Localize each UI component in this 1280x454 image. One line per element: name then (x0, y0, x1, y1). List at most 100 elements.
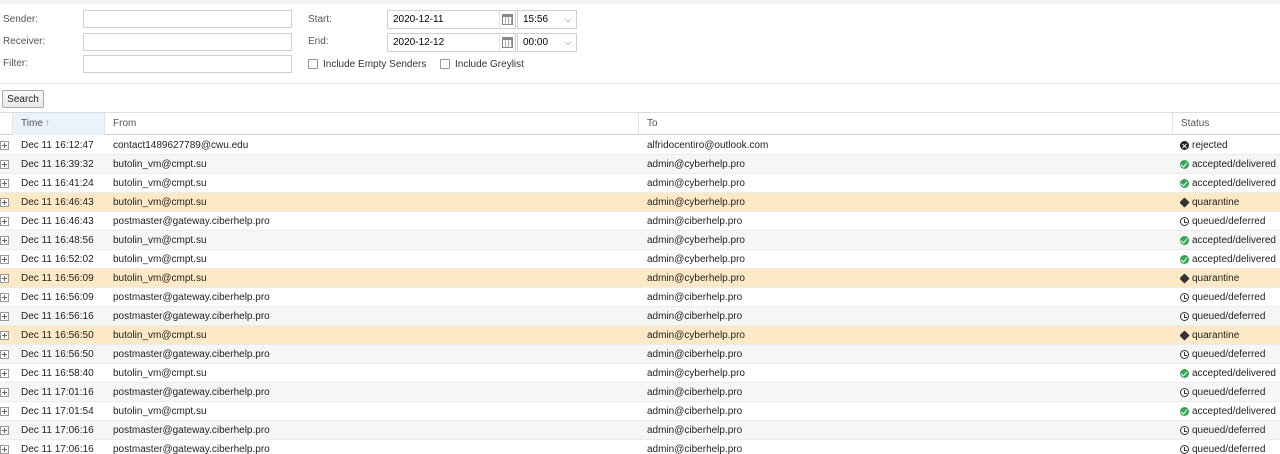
table-row[interactable]: Dec 11 16:46:43 butolin_vm@cmpt.su admin@c… (0, 193, 1280, 212)
search-button[interactable]: Search (2, 90, 44, 108)
cell-time: Dec 11 17:06:16 (21, 425, 94, 436)
status-text: queued/deferred (1192, 216, 1266, 227)
expand-row-icon[interactable] (0, 293, 9, 302)
clock-icon (1180, 217, 1189, 226)
table-row[interactable]: Dec 11 16:48:56 butolin_vm@cmpt.su admin@c… (0, 231, 1280, 250)
expand-row-icon[interactable] (0, 179, 9, 188)
cell-to: admin@cyberhelp.pro (647, 197, 745, 208)
table-row[interactable]: Dec 11 16:56:50 postmaster@gateway.ciberh… (0, 345, 1280, 364)
expand-row-icon[interactable] (0, 407, 9, 416)
cell-status: accepted/delivered (1180, 155, 1280, 174)
table-row[interactable]: Dec 11 16:56:09 postmaster@gateway.ciberh… (0, 288, 1280, 307)
cell-time: Dec 11 16:56:50 (21, 349, 94, 360)
start-time-value: 15:56 (523, 14, 549, 25)
column-header-from[interactable]: From (105, 113, 639, 135)
clock-icon (1180, 350, 1189, 359)
cell-status: accepted/delivered (1180, 231, 1280, 250)
cell-to: admin@ciberhelp.pro (647, 387, 743, 398)
expand-row-icon[interactable] (0, 255, 9, 264)
table-row[interactable]: Dec 11 17:06:16 postmaster@gateway.ciberh… (0, 421, 1280, 440)
cell-to: admin@cyberhelp.pro (647, 178, 745, 189)
include-greylist-checkbox[interactable]: Include Greylist (440, 57, 524, 71)
filter-label: Filter: (3, 58, 28, 69)
calendar-icon (502, 36, 513, 48)
cell-status: queued/deferred (1180, 288, 1280, 307)
expand-row-icon[interactable] (0, 388, 9, 397)
rejected-icon (1180, 141, 1189, 150)
cell-time: Dec 11 16:56:09 (21, 273, 94, 284)
table-row[interactable]: Dec 11 16:56:50 butolin_vm@cmpt.su admin@c… (0, 326, 1280, 345)
status-text: accepted/delivered (1192, 254, 1276, 265)
cell-to: admin@cyberhelp.pro (647, 273, 745, 284)
include-empty-senders-checkbox[interactable]: Include Empty Senders (308, 57, 426, 71)
expand-row-icon[interactable] (0, 426, 9, 435)
cell-from: butolin_vm@cmpt.su (113, 235, 207, 246)
expand-row-icon[interactable] (0, 198, 9, 207)
column-header-to[interactable]: To (639, 113, 1173, 135)
status-text: queued/deferred (1192, 349, 1266, 360)
cell-from: postmaster@gateway.ciberhelp.pro (113, 425, 270, 436)
cell-from: butolin_vm@cmpt.su (113, 197, 207, 208)
table-row[interactable]: Dec 11 16:56:16 postmaster@gateway.ciberh… (0, 307, 1280, 326)
include-greylist-label: Include Greylist (455, 58, 524, 70)
filter-input[interactable] (83, 55, 292, 73)
column-header-time[interactable]: Time ↑ (13, 113, 105, 135)
cell-status: queued/deferred (1180, 440, 1280, 454)
sender-label: Sender: (3, 14, 39, 25)
expand-row-icon[interactable] (0, 141, 9, 150)
sender-input[interactable] (83, 10, 292, 28)
table-row[interactable]: Dec 11 16:39:32 butolin_vm@cmpt.su admin@c… (0, 155, 1280, 174)
table-row[interactable]: Dec 11 16:12:47 contact1489627789@cwu.edu… (0, 136, 1280, 155)
status-text: queued/deferred (1192, 444, 1266, 454)
end-date-picker-button[interactable] (499, 34, 515, 51)
clock-icon (1180, 445, 1189, 454)
cell-from: butolin_vm@cmpt.su (113, 368, 207, 379)
include-empty-senders-label: Include Empty Senders (323, 58, 427, 70)
table-row[interactable]: Dec 11 17:01:54 butolin_vm@cmpt.su admin@c… (0, 402, 1280, 421)
receiver-label: Receiver: (3, 36, 46, 47)
check-circle-icon (1180, 407, 1189, 416)
table-row[interactable]: Dec 11 17:01:16 postmaster@gateway.ciberh… (0, 383, 1280, 402)
status-text: accepted/delivered (1192, 159, 1276, 170)
expand-row-icon[interactable] (0, 312, 9, 321)
grid-header: Time ↑ From To Status (0, 113, 1280, 135)
table-row[interactable]: Dec 11 16:46:43 postmaster@gateway.ciberh… (0, 212, 1280, 231)
table-row[interactable]: Dec 11 16:58:40 butolin_vm@cmpt.su admin@c… (0, 364, 1280, 383)
cell-to: alfridocentiro@outlook.com (647, 140, 769, 151)
status-text: accepted/delivered (1192, 368, 1276, 379)
start-date-field[interactable]: 2020-12-11 (387, 10, 516, 29)
expander-column-header (0, 113, 13, 135)
column-header-status[interactable]: Status (1173, 113, 1280, 135)
table-row[interactable]: Dec 11 17:06:16 postmaster@gateway.ciberh… (0, 440, 1280, 454)
expand-row-icon[interactable] (0, 160, 9, 169)
cell-to: admin@cyberhelp.pro (647, 254, 745, 265)
table-row[interactable]: Dec 11 16:41:24 butolin_vm@cmpt.su admin@c… (0, 174, 1280, 193)
expand-row-icon[interactable] (0, 350, 9, 359)
table-row[interactable]: Dec 11 16:52:02 butolin_vm@cmpt.su admin@c… (0, 250, 1280, 269)
chevron-down-icon: ⌵ (564, 37, 572, 47)
expand-row-icon[interactable] (0, 236, 9, 245)
expand-row-icon[interactable] (0, 274, 9, 283)
checkbox-box[interactable] (440, 59, 450, 69)
expand-row-icon[interactable] (0, 331, 9, 340)
expand-row-icon[interactable] (0, 369, 9, 378)
cell-time: Dec 11 16:56:50 (21, 330, 94, 341)
end-time-dropdown-button[interactable]: ⌵ (560, 34, 576, 51)
end-time-field[interactable]: 00:00 ⌵ (517, 33, 577, 52)
start-label: Start: (308, 14, 332, 25)
clock-icon (1180, 312, 1189, 321)
status-text: quarantine (1192, 197, 1240, 208)
expand-row-icon[interactable] (0, 445, 9, 454)
start-date-picker-button[interactable] (499, 11, 515, 28)
table-row[interactable]: Dec 11 16:56:09 butolin_vm@cmpt.su admin@c… (0, 269, 1280, 288)
checkbox-box[interactable] (308, 59, 318, 69)
clock-icon (1180, 388, 1189, 397)
receiver-input[interactable] (83, 33, 292, 51)
check-circle-icon (1180, 236, 1189, 245)
start-time-dropdown-button[interactable]: ⌵ (560, 11, 576, 28)
start-time-field[interactable]: 15:56 ⌵ (517, 10, 577, 29)
cube-icon (1180, 197, 1190, 208)
end-date-field[interactable]: 2020-12-12 (387, 33, 516, 52)
expand-row-icon[interactable] (0, 217, 9, 226)
cell-time: Dec 11 17:01:16 (21, 387, 94, 398)
